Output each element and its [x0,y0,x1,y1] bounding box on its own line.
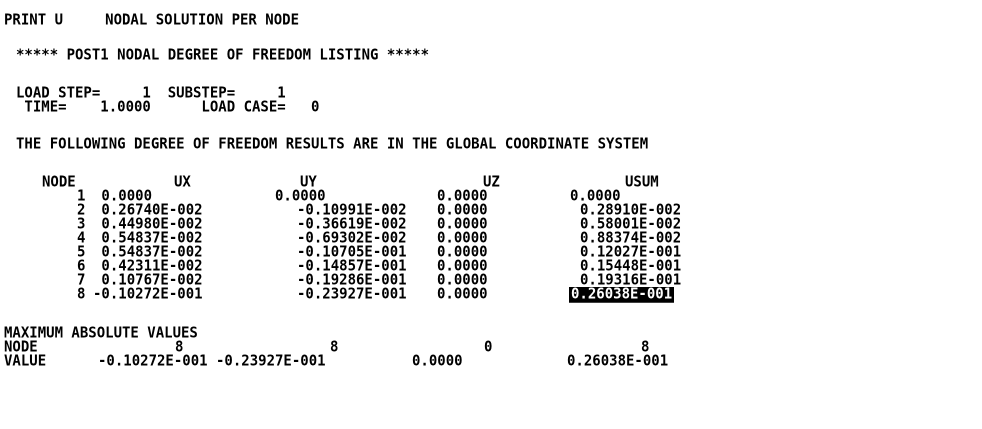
maximum-value-uz: 0.0000 [412,352,463,370]
row-uz: 0.0000 [437,285,488,303]
row-ux: -0.10272E-001 [93,285,203,303]
col-header-usum: USUM [625,173,659,191]
selected-usum-value[interactable]: 0.26038E-001 [569,286,675,303]
maximum-value-uy: -0.23927E-001 [216,352,326,370]
col-header-ux: UX [174,173,191,191]
maximum-node-uy: 8 [330,338,339,356]
command-line: PRINT U NODAL SOLUTION PER NODE [4,11,300,29]
maximum-value-label: VALUE [4,352,47,370]
maximum-value-ux: -0.10272E-001 [98,352,208,370]
coordinate-system-note: THE FOLLOWING DEGREE OF FREEDOM RESULTS … [16,135,649,153]
maximum-node-uz: 0 [484,338,493,356]
col-header-node: NODE [42,173,76,191]
maximum-value-usum: 0.26038E-001 [567,352,669,370]
listing-banner: ***** POST1 NODAL DEGREE OF FREEDOM LIST… [16,46,430,64]
row-uy: -0.23927E-001 [297,285,407,303]
time-line: TIME= 1.0000 LOAD CASE= 0 [16,98,320,116]
row-node: 8 [77,285,86,303]
